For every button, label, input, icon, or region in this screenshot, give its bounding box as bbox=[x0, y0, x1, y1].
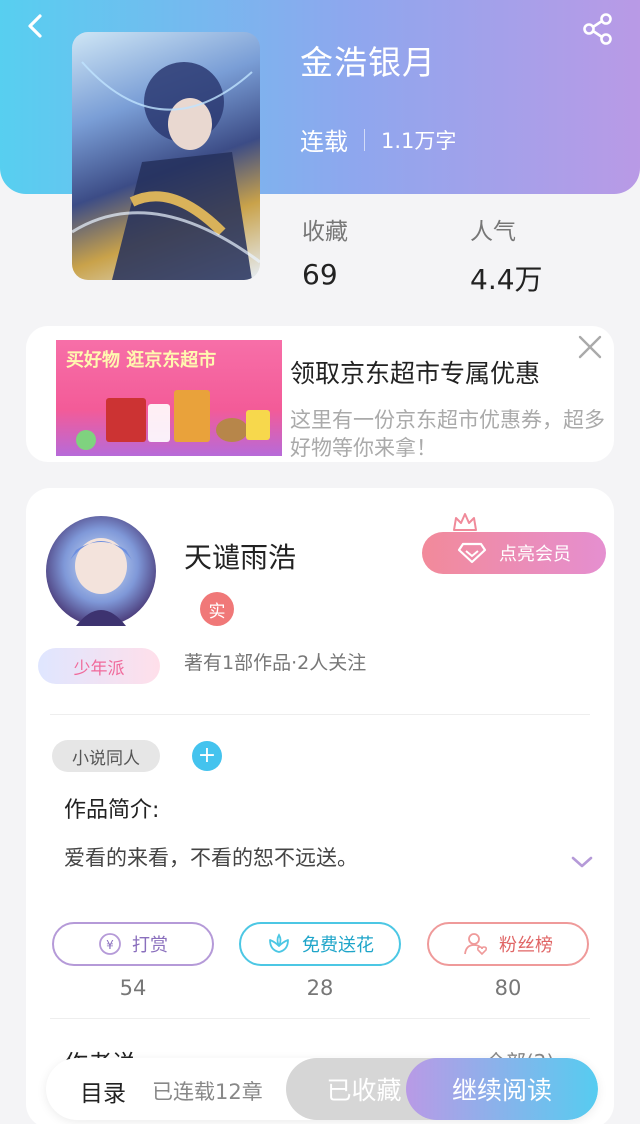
ad-description: 这里有一份京东超市优惠券，超多好物等你来拿！ bbox=[290, 408, 605, 460]
book-status-row: 连载 1.1万字 bbox=[300, 122, 456, 157]
fan-count: 80 bbox=[494, 976, 522, 1000]
close-icon bbox=[578, 335, 602, 359]
continue-reading-button[interactable]: 继续阅读 bbox=[406, 1058, 598, 1120]
tip-label: 打赏 bbox=[132, 935, 168, 956]
ad-products-illustration bbox=[76, 390, 270, 450]
chevron-down-icon bbox=[571, 856, 593, 868]
stat-popularity: 人气 4.4万 bbox=[470, 212, 543, 298]
stat-favorites: 收藏 69 bbox=[302, 212, 348, 291]
divider bbox=[50, 714, 590, 715]
vip-label: 点亮会员 bbox=[499, 544, 571, 565]
fan-ranking-label: 粉丝榜 bbox=[499, 935, 553, 956]
send-flower-button[interactable]: 免费送花 bbox=[239, 922, 401, 966]
expand-button[interactable] bbox=[570, 854, 594, 874]
author-avatar[interactable] bbox=[46, 516, 156, 626]
chapter-count: 已连载12章 bbox=[152, 1080, 263, 1104]
divider bbox=[50, 1018, 590, 1019]
tip-count: 54 bbox=[119, 976, 147, 1000]
bottom-action-bar: 目录 已连载12章 已收藏 继续阅读 bbox=[46, 1058, 598, 1120]
diamond-icon bbox=[457, 542, 487, 564]
stat-label: 人气 bbox=[470, 219, 516, 245]
ad-close-button[interactable] bbox=[575, 332, 605, 362]
divider bbox=[364, 128, 365, 151]
flower-count: 28 bbox=[306, 976, 334, 1000]
cover-illustration bbox=[72, 61, 260, 280]
flower-icon bbox=[269, 933, 289, 953]
intro-text: 爱看的来看，不看的恕不远送。 bbox=[64, 846, 358, 870]
user-heart-icon bbox=[464, 933, 488, 956]
ad-image: 买好物 逛京东超市 bbox=[56, 340, 282, 456]
crown-icon bbox=[453, 513, 477, 531]
category-tag[interactable]: 小说同人 bbox=[52, 740, 160, 772]
level-badge: 少年派 bbox=[38, 648, 160, 684]
ad-title: 领取京东超市专属优惠 bbox=[290, 359, 541, 388]
coin-icon: ¥ bbox=[99, 933, 121, 955]
svg-text:¥: ¥ bbox=[106, 938, 114, 952]
intro-heading: 作品简介: bbox=[64, 798, 160, 823]
verified-badge: 实 bbox=[200, 592, 234, 626]
stat-value: 69 bbox=[302, 258, 338, 291]
toc-button[interactable]: 目录 bbox=[80, 1074, 126, 1108]
vip-button[interactable]: 点亮会员 bbox=[422, 532, 606, 574]
avatar-illustration bbox=[70, 538, 132, 626]
book-title: 金浩银月 bbox=[300, 43, 436, 82]
share-button[interactable] bbox=[580, 12, 620, 46]
ad-banner[interactable]: 买好物 逛京东超市 领取京东超市专属优惠 这里有一份京东超市优惠券，超多好物等你… bbox=[26, 326, 614, 462]
word-count: 1.1万字 bbox=[381, 128, 457, 153]
chevron-left-icon bbox=[28, 14, 42, 38]
author-name[interactable]: 天谴雨浩 bbox=[184, 536, 296, 576]
stat-value: 4.4万 bbox=[470, 263, 543, 296]
book-cover[interactable] bbox=[72, 32, 260, 280]
back-button[interactable] bbox=[22, 12, 62, 44]
serial-status: 连载 bbox=[300, 128, 348, 156]
send-flower-label: 免费送花 bbox=[302, 935, 374, 956]
tip-button[interactable]: ¥ 打赏 bbox=[52, 922, 214, 966]
fan-ranking-button[interactable]: 粉丝榜 bbox=[427, 922, 589, 966]
share-icon bbox=[583, 13, 612, 45]
stat-label: 收藏 bbox=[302, 219, 348, 245]
add-tag-button[interactable]: + bbox=[192, 741, 222, 771]
author-card: 少年派 天谴雨浩 实 著有1部作品·2人关注 点亮会员 小说同人 + 作品简介:… bbox=[26, 488, 614, 1124]
author-meta: 著有1部作品·2人关注 bbox=[184, 652, 367, 674]
